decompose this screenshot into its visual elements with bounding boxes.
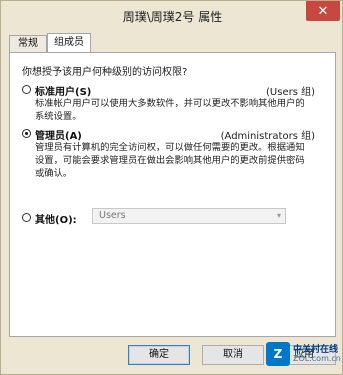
- administrator-label[interactable]: 管理员(A): [35, 127, 82, 142]
- group-membership-panel: 你想授予该用户何种级别的访问权限? 标准用户(S) (Users 组) 标准帐户…: [9, 52, 336, 337]
- title-bar[interactable]: 周璞\周璞2号 属性 ✕: [1, 1, 343, 31]
- administrator-radio[interactable]: [22, 129, 31, 138]
- zol-watermark: Z 中关村在线 ZOL.com.cn: [266, 340, 341, 368]
- access-question: 你想授予该用户何种级别的访问权限?: [22, 67, 188, 78]
- administrator-description: 管理员有计算机的完全访问权，可以做任何需要的更改。根据通知设置，可能会要求管理员…: [35, 142, 305, 179]
- administrators-group-label: (Administrators 组): [220, 131, 315, 142]
- other-group-select-value: Users: [99, 210, 126, 221]
- other-group-select[interactable]: Users ▾: [92, 208, 286, 224]
- zol-url: ZOL.com.cn: [293, 354, 341, 363]
- window-title: 周璞\周璞2号 属性: [122, 10, 223, 24]
- close-button[interactable]: ✕: [306, 1, 340, 21]
- users-group-label: (Users 组): [266, 87, 315, 98]
- other-radio[interactable]: [22, 213, 31, 222]
- cancel-button[interactable]: 取消: [202, 345, 264, 365]
- close-icon: ✕: [317, 3, 329, 19]
- tab-group-membership[interactable]: 组成员: [47, 33, 91, 52]
- tab-general[interactable]: 常规: [9, 35, 47, 52]
- chevron-down-icon: ▾: [276, 211, 281, 220]
- other-label[interactable]: 其他(O):: [35, 211, 77, 226]
- standard-user-description: 标准帐户用户可以使用大多数软件，并可以更改不影响其他用户的系统设置。: [35, 98, 305, 122]
- properties-dialog: 周璞\周璞2号 属性 ✕ 常规 组成员 你想授予该用户何种级别的访问权限? 标准…: [0, 0, 343, 375]
- standard-user-label[interactable]: 标准用户(S): [35, 83, 91, 98]
- zol-logo-icon: Z: [266, 342, 290, 366]
- standard-user-radio[interactable]: [22, 85, 31, 94]
- ok-button[interactable]: 确定: [128, 345, 190, 365]
